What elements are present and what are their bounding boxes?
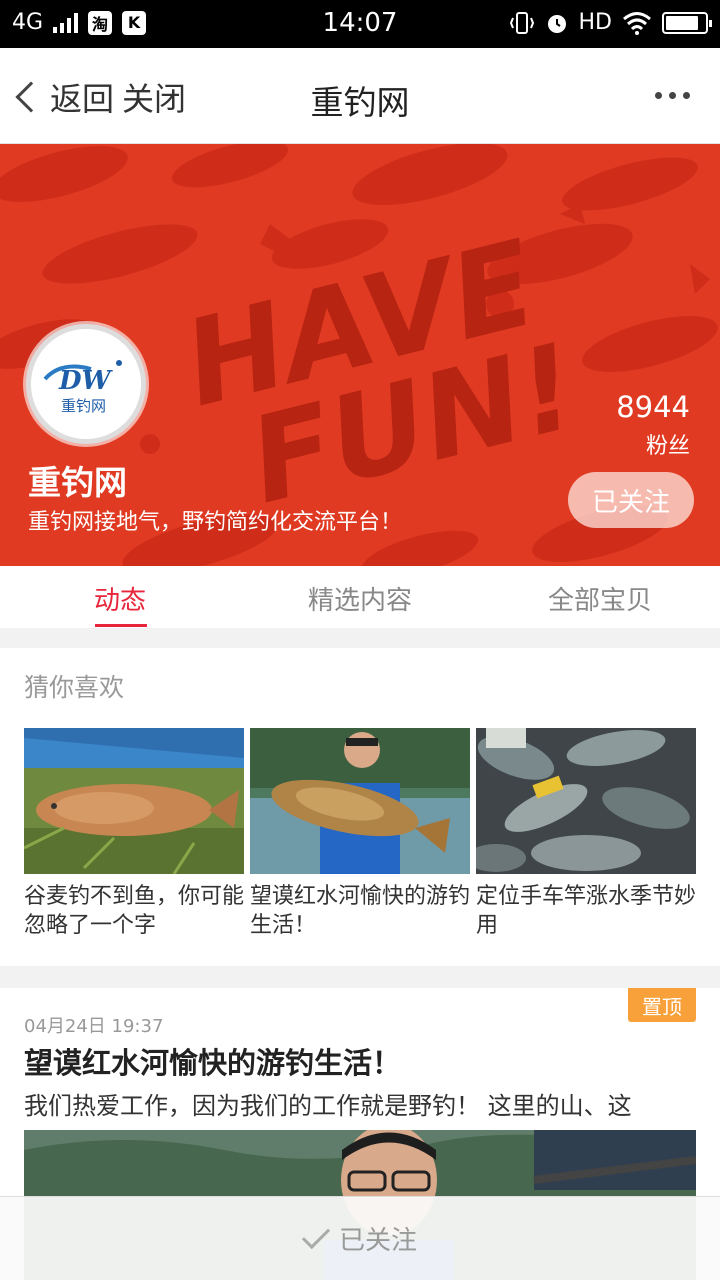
tab-dynamic[interactable]: 动态	[0, 580, 240, 617]
card-caption: 定位手车竿涨水季节妙用	[476, 884, 697, 938]
nav-bar: 返回 关闭 重钓网	[0, 48, 720, 144]
shop-avatar[interactable]: DW 重钓网	[26, 324, 146, 444]
shop-description: 重钓网接地气，野钓简约化交流平台！	[28, 510, 403, 535]
card-caption: 望谟红水河愉快的游钓生活！	[250, 884, 471, 938]
status-right: HD	[509, 10, 712, 35]
card-image	[24, 728, 244, 874]
fans-label: 粉丝	[645, 434, 690, 459]
card-image	[250, 728, 470, 874]
recommend-title: 猜你喜欢	[24, 673, 125, 702]
battery-icon	[662, 11, 712, 34]
check-icon	[301, 1220, 331, 1249]
recommend-card[interactable]: 定位手车竿涨水季节妙用	[476, 728, 696, 940]
alarm-icon	[547, 14, 566, 33]
bottom-follow-label: 已关注	[338, 1226, 417, 1256]
back-chevron-icon	[15, 81, 47, 113]
pinned-badge: 置顶	[628, 988, 696, 1022]
back-label: 返回	[50, 80, 115, 118]
recommend-section: 猜你喜欢 谷麦钓不到鱼，你可能忽略了一个字 望谟红水河愉快的游钓生活！ 定位手车…	[0, 648, 720, 966]
card-image	[476, 728, 696, 874]
tab-featured[interactable]: 精选内容	[240, 580, 480, 617]
follow-button[interactable]: 已关注	[568, 472, 694, 528]
tab-indicator	[95, 624, 147, 627]
shop-banner: HAVE FUN! DW 重钓网 重钓网 重钓网接地气，野钓简约化交流平台！ 8…	[0, 144, 720, 566]
post-excerpt: 我们热爱工作，因为我们的工作就是野钓！ 这里的山、这	[24, 1092, 632, 1120]
hd-label: HD	[578, 10, 612, 35]
card-caption: 谷麦钓不到鱼，你可能忽略了一个字	[24, 884, 245, 938]
more-icon[interactable]	[655, 92, 690, 99]
shop-name: 重钓网	[28, 463, 127, 502]
shop-logo-icon: DW 重钓网	[31, 329, 141, 439]
recommend-card[interactable]: 谷麦钓不到鱼，你可能忽略了一个字	[24, 728, 244, 940]
close-button[interactable]: 关闭	[122, 74, 186, 120]
recommend-card[interactable]: 望谟红水河愉快的游钓生活！	[250, 728, 470, 940]
svg-text:DW: DW	[58, 366, 114, 396]
post-title: 望谟红水河愉快的游钓生活！	[24, 1046, 402, 1080]
tab-bar: 动态 精选内容 全部宝贝	[0, 566, 720, 628]
tab-all-items[interactable]: 全部宝贝	[480, 580, 720, 617]
status-bar: 4G 淘 K 14:07 HD	[0, 0, 720, 48]
bottom-follow-bar[interactable]: 已关注	[0, 1196, 720, 1280]
wifi-icon	[623, 11, 651, 35]
vibrate-icon	[509, 11, 534, 34]
back-button[interactable]: 返回	[12, 74, 114, 120]
svg-text:重钓网: 重钓网	[61, 397, 106, 415]
post-date: 04月24日 19:37	[24, 1016, 164, 1037]
fans-count: 8944	[616, 390, 690, 424]
